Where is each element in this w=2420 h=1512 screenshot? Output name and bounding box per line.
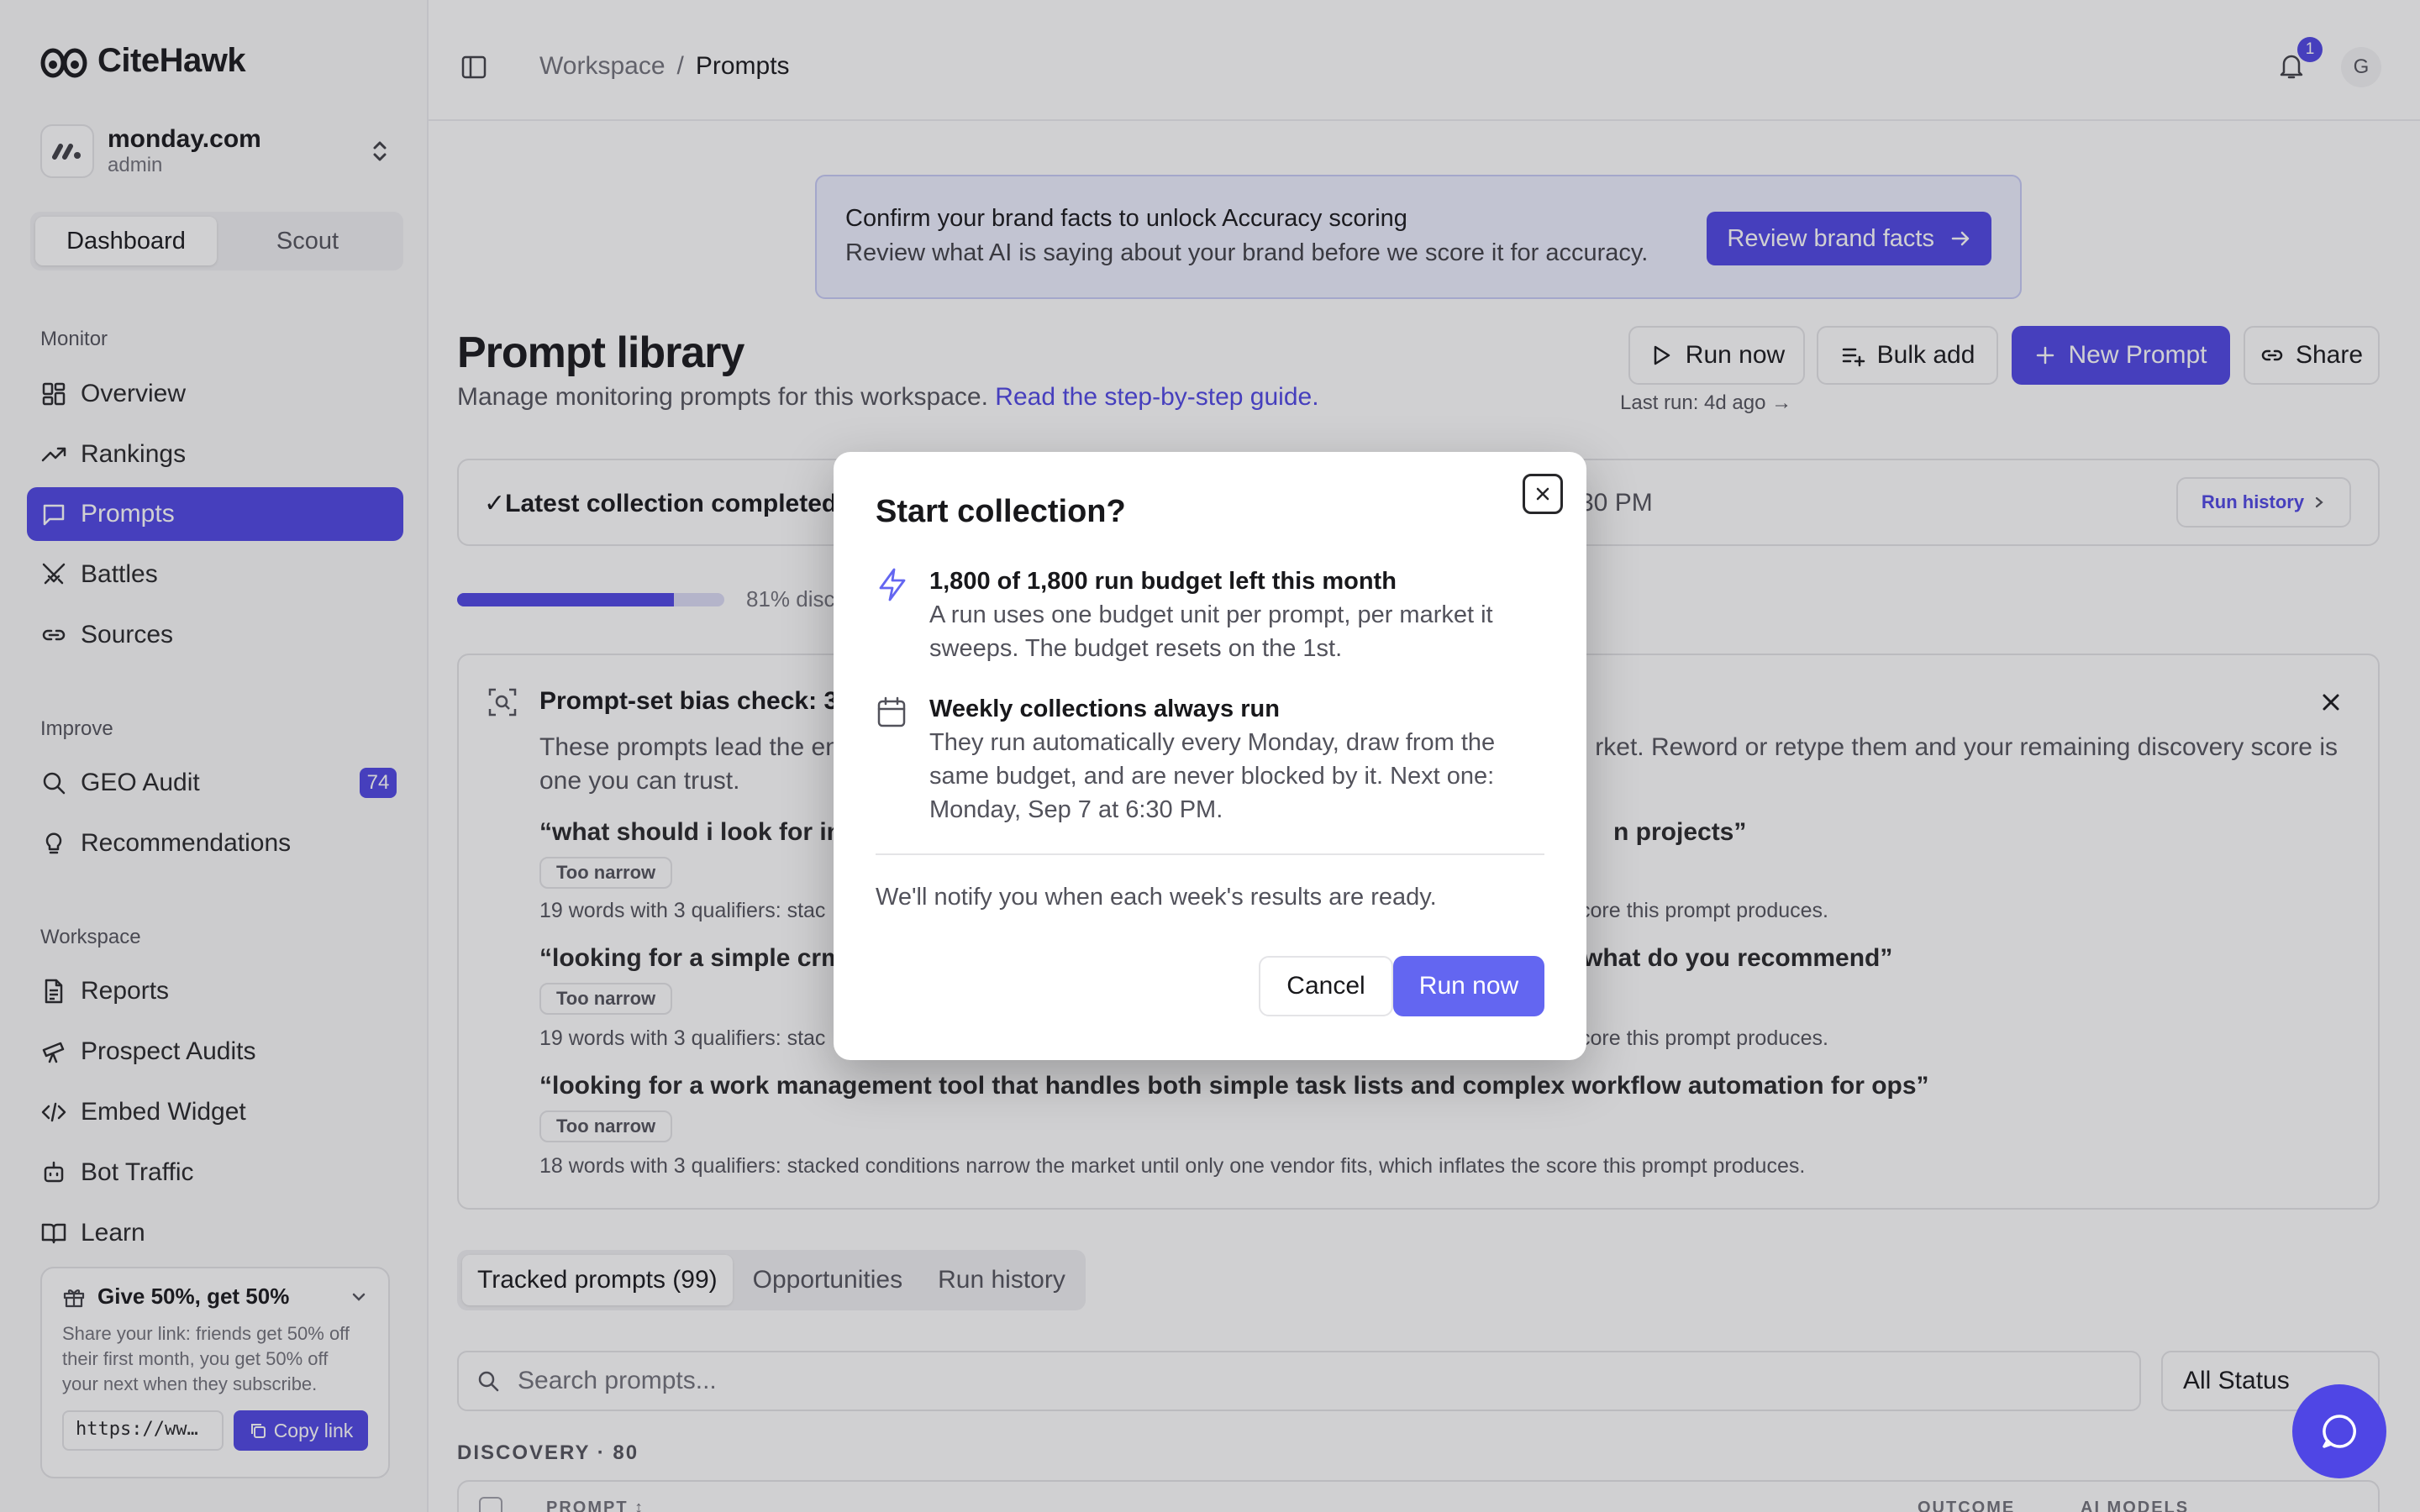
notify-note: We'll notify you when each week's result… (876, 884, 1437, 911)
confirm-run-now-button[interactable]: Run now (1393, 956, 1544, 1016)
weekly-heading: Weekly collections always run (929, 696, 1280, 722)
dialog-title: Start collection? (876, 494, 1126, 529)
close-icon (1536, 487, 1549, 501)
start-collection-dialog: Start collection? 1,800 of 1,800 run bud… (834, 452, 1586, 1060)
cancel-button[interactable]: Cancel (1259, 956, 1393, 1016)
budget-heading: 1,800 of 1,800 run budget left this mont… (929, 568, 1397, 595)
budget-body: A run uses one budget unit per prompt, p… (929, 601, 1493, 662)
chat-bubble-icon (2323, 1415, 2356, 1448)
weekly-body: They run automatically every Monday, dra… (929, 729, 1496, 823)
dialog-divider (876, 853, 1544, 855)
calendar-icon (877, 696, 906, 727)
zap-icon (879, 568, 906, 601)
chat-button[interactable] (2292, 1384, 2386, 1478)
dialog-close-button[interactable] (1523, 474, 1563, 514)
